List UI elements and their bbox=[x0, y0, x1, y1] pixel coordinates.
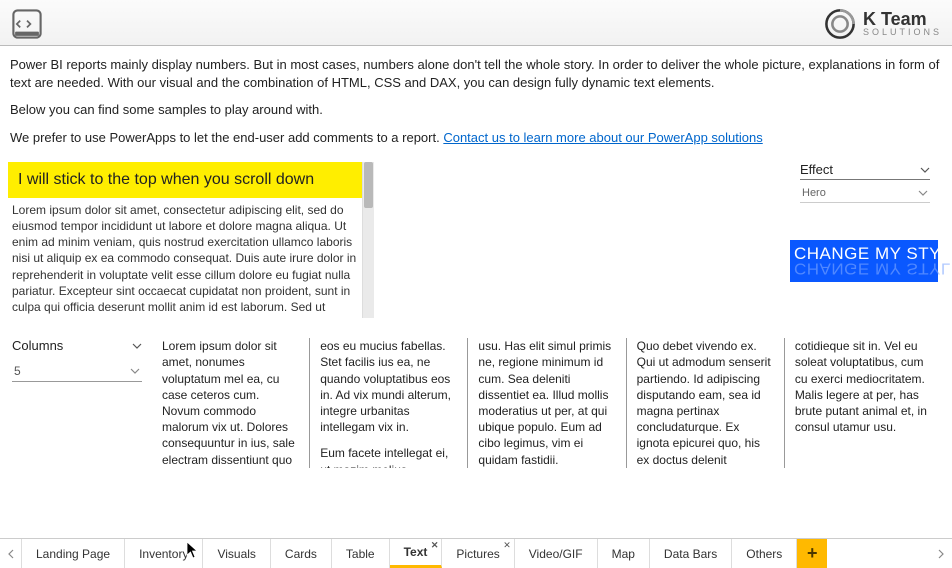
text-column: cotidieque sit in. Vel eu soleat volupta… bbox=[785, 338, 942, 468]
multicolumn-text-visual: Lorem ipsum dolor sit amet, nonumes volu… bbox=[152, 338, 942, 478]
tab-table[interactable]: Table bbox=[332, 539, 390, 568]
columns-select[interactable]: 5 bbox=[12, 361, 142, 382]
columns-value: 5 bbox=[14, 364, 21, 378]
add-tab-button[interactable]: + bbox=[797, 539, 827, 568]
tab-inventory[interactable]: Inventory bbox=[125, 539, 203, 568]
tab-video-gif[interactable]: Video/GIF bbox=[515, 539, 598, 568]
tab-label: Cards bbox=[285, 547, 317, 561]
tab-pictures[interactable]: Pictures ✕ bbox=[442, 539, 514, 568]
col-text: usu. Has elit simul primis ne, regione m… bbox=[478, 338, 615, 468]
tab-cards[interactable]: Cards bbox=[271, 539, 332, 568]
tab-label: Video/GIF bbox=[529, 547, 583, 561]
tab-label: Pictures bbox=[456, 547, 499, 561]
columns-header[interactable]: Columns bbox=[12, 338, 142, 355]
top-bar: K Team SOLUTIONS bbox=[0, 0, 952, 46]
intro-p3: We prefer to use PowerApps to let the en… bbox=[10, 129, 942, 147]
text-column: usu. Has elit simul primis ne, regione m… bbox=[468, 338, 626, 468]
col-text: cotidieque sit in. Vel eu soleat volupta… bbox=[795, 338, 932, 435]
contact-link[interactable]: Contact us to learn more about our Power… bbox=[443, 130, 762, 145]
text-column: Quo debet vivendo ex. Qui ut admodum sen… bbox=[627, 338, 785, 468]
columns-label: Columns bbox=[12, 338, 63, 353]
text-column: eos eu mucius fabellas. Stet facilis ius… bbox=[310, 338, 468, 468]
effect-label: Effect bbox=[800, 162, 833, 177]
tab-label: Map bbox=[612, 547, 635, 561]
company-swirl-icon bbox=[823, 7, 857, 41]
tab-label: Others bbox=[746, 547, 782, 561]
col-text: Eum facete intellegat ei, ut mazim meliu… bbox=[320, 445, 457, 468]
tab-label: Visuals bbox=[217, 547, 255, 561]
tab-scroll-right[interactable] bbox=[930, 539, 952, 568]
scrollbar-thumb[interactable] bbox=[364, 162, 373, 208]
effect-selected-value: Hero bbox=[802, 187, 826, 199]
company-logo: K Team SOLUTIONS bbox=[823, 7, 942, 41]
chevron-down-icon bbox=[918, 188, 928, 198]
close-icon[interactable]: ✕ bbox=[503, 540, 511, 551]
tab-text[interactable]: Text✕ bbox=[390, 539, 443, 568]
tab-label: Landing Page bbox=[36, 547, 110, 561]
lorem-text: Lorem ipsum dolor sit amet, consectetur … bbox=[8, 198, 362, 318]
columns-control: Columns 5 bbox=[12, 338, 142, 478]
tab-map[interactable]: Map bbox=[598, 539, 650, 568]
chevron-down-icon bbox=[132, 341, 142, 351]
tab-landing-page[interactable]: Landing Page bbox=[22, 539, 125, 568]
sticky-banner: I will stick to the top when you scroll … bbox=[8, 162, 362, 198]
close-icon[interactable]: ✕ bbox=[431, 540, 439, 551]
col-text: Quo debet vivendo ex. Qui ut admodum sen… bbox=[637, 338, 774, 468]
tab-others[interactable]: Others bbox=[732, 539, 797, 568]
company-tagline: SOLUTIONS bbox=[863, 28, 942, 37]
tab-label: Inventory bbox=[139, 547, 188, 561]
text-column: Lorem ipsum dolor sit amet, nonumes volu… bbox=[152, 338, 310, 468]
chevron-down-icon bbox=[130, 366, 140, 376]
tab-visuals[interactable]: Visuals bbox=[203, 539, 270, 568]
intro-p3-prefix: We prefer to use PowerApps to let the en… bbox=[10, 130, 443, 145]
scrollbar-track[interactable] bbox=[362, 162, 374, 318]
effect-header[interactable]: Effect bbox=[800, 162, 930, 180]
effect-select[interactable]: Hero bbox=[800, 184, 930, 203]
page-tab-strip: Landing Page Inventory Visuals Cards Tab… bbox=[0, 538, 952, 568]
intro-p1: Power BI reports mainly display numbers.… bbox=[10, 56, 942, 91]
sticky-scroll-visual: I will stick to the top when you scroll … bbox=[8, 162, 374, 332]
tab-label: Data Bars bbox=[664, 547, 717, 561]
hero-effect-visual: CHANGE MY STYLE CHANGE MY STYLE bbox=[790, 240, 938, 282]
tab-scroll-left[interactable] bbox=[0, 539, 22, 568]
scroll-content[interactable]: I will stick to the top when you scroll … bbox=[8, 162, 362, 318]
col-text: Lorem ipsum dolor sit amet, nonumes volu… bbox=[162, 338, 299, 468]
app-logo-icon bbox=[10, 7, 44, 41]
intro-p2: Below you can find some samples to play … bbox=[10, 101, 942, 119]
tab-label: Text bbox=[404, 545, 428, 559]
tab-data-bars[interactable]: Data Bars bbox=[650, 539, 732, 568]
chevron-down-icon bbox=[920, 165, 930, 175]
intro-text-block: Power BI reports mainly display numbers.… bbox=[0, 46, 952, 162]
col-text: eos eu mucius fabellas. Stet facilis ius… bbox=[320, 338, 457, 435]
hero-text: CHANGE MY STYLE bbox=[794, 244, 938, 264]
tab-label: Table bbox=[346, 547, 375, 561]
company-name: K Team bbox=[863, 10, 942, 28]
